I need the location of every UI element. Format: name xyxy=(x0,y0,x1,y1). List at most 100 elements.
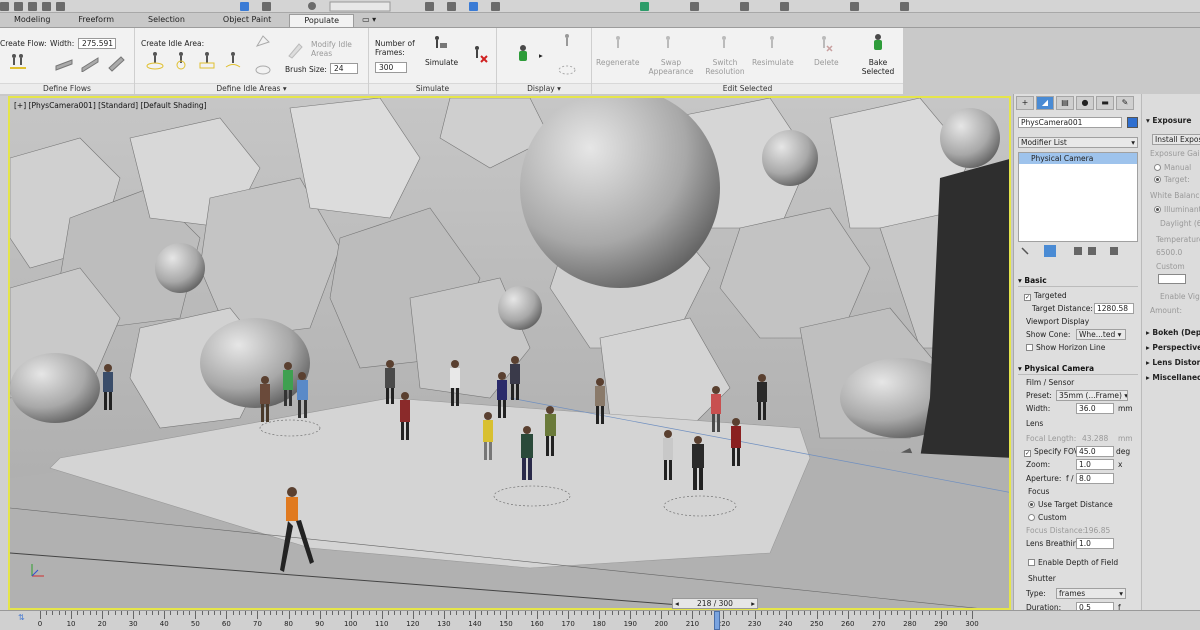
switch-resolution-label[interactable]: Switch Resolution xyxy=(702,58,748,76)
flow-width-field[interactable]: 275.591 xyxy=(78,38,116,49)
timeline-mini-curve-icon[interactable]: ⇅ xyxy=(18,613,25,622)
modifier-list-dropdown[interactable]: Modifier List ▾ xyxy=(1018,137,1138,148)
custom-focus-radio[interactable]: Custom xyxy=(1028,513,1067,522)
sensor-width-field[interactable]: 36.0 xyxy=(1076,403,1114,414)
flow-segment-icon[interactable] xyxy=(54,52,74,72)
toolbar-icon[interactable] xyxy=(42,2,51,11)
targeted-checkbox[interactable]: ✓ Targeted xyxy=(1024,291,1067,301)
swap-appearance-icon[interactable] xyxy=(658,34,678,54)
custom-radio[interactable]: Custom xyxy=(1156,262,1185,271)
lens-breathing-field[interactable]: 1.0 xyxy=(1076,538,1114,549)
fov-field[interactable]: 45.0 xyxy=(1076,446,1114,457)
manual-radio[interactable]: Manual xyxy=(1154,163,1191,172)
enable-vignetting-checkbox[interactable]: Enable Vign xyxy=(1160,292,1200,301)
viewport-label[interactable]: [+] [PhysCamera001] [Standard] [Default … xyxy=(14,101,207,110)
playhead[interactable] xyxy=(714,611,721,630)
schematic-icon[interactable] xyxy=(690,2,699,11)
idle-circle-icon[interactable] xyxy=(171,50,191,70)
brush-size-field[interactable]: 24 xyxy=(330,63,358,74)
toolbar-icon[interactable] xyxy=(0,2,9,11)
angle-snap-icon[interactable] xyxy=(447,2,456,11)
ribbon-options-button[interactable]: ▭ ▾ xyxy=(354,14,384,27)
basic-rollout-header[interactable]: ▾ Basic xyxy=(1018,276,1138,287)
percent-snap-icon[interactable] xyxy=(469,2,478,11)
modify-tab-icon[interactable]: ◢ xyxy=(1036,96,1054,110)
create-flow-icon[interactable] xyxy=(8,52,28,72)
tab-populate[interactable]: Populate xyxy=(289,14,355,27)
perspective-rollout-header[interactable]: ▸ Perspective xyxy=(1146,343,1200,352)
stack-item-physical-camera[interactable]: Physical Camera xyxy=(1019,153,1137,164)
pin-stack-icon[interactable] xyxy=(1021,247,1029,255)
display-tab-icon[interactable]: ▬ xyxy=(1096,96,1114,110)
idle-rectangle-icon[interactable] xyxy=(197,50,217,70)
idle-brush-icon[interactable] xyxy=(253,32,273,52)
idle-erase-icon[interactable] xyxy=(253,58,273,78)
spinner-snap-icon[interactable] xyxy=(491,2,500,11)
show-end-result-icon[interactable] xyxy=(1044,245,1056,257)
delete-icon[interactable] xyxy=(814,34,834,54)
regenerate-label[interactable]: Regenerate xyxy=(596,58,639,67)
display-dropdown-arrow[interactable]: ▸ xyxy=(539,51,543,60)
display-radius-icon[interactable] xyxy=(557,60,577,80)
switch-resolution-icon[interactable] xyxy=(714,34,734,54)
flow-ramp-icon[interactable] xyxy=(80,52,100,72)
next-frame-icon[interactable]: ▸ xyxy=(751,599,757,608)
resimulate-icon[interactable] xyxy=(762,34,782,54)
utilities-tab-icon[interactable]: ✎ xyxy=(1116,96,1134,110)
render-setup-icon[interactable] xyxy=(780,2,789,11)
prev-frame-icon[interactable]: ◂ xyxy=(673,599,679,608)
selection-set-field[interactable] xyxy=(329,1,391,12)
idle-paint-icon[interactable] xyxy=(223,50,243,70)
timeline-track[interactable]: ⇅ 0 10 20 30 40 50 60 70 80 90 100 110 120 130 140 150 1… xyxy=(0,610,1200,630)
select-move-icon[interactable] xyxy=(240,2,249,11)
object-name-field[interactable]: PhysCamera001 xyxy=(1018,117,1122,128)
bokeh-rollout-header[interactable]: ▸ Bokeh (Dept xyxy=(1146,328,1200,337)
show-horizon-checkbox[interactable]: Show Horizon Line xyxy=(1026,343,1105,352)
miscellaneous-rollout-header[interactable]: ▸ Miscellaneou xyxy=(1146,373,1200,382)
render-frame-icon[interactable] xyxy=(850,2,859,11)
aperture-field[interactable]: 8.0 xyxy=(1076,473,1114,484)
toolbar-icon[interactable] xyxy=(56,2,65,11)
display-proxy-icon[interactable] xyxy=(557,32,577,52)
zoom-field[interactable]: 1.0 xyxy=(1076,459,1114,470)
number-of-frames-field[interactable]: 300 xyxy=(375,62,407,73)
rotate-icon[interactable] xyxy=(262,2,271,11)
modify-idle-icon[interactable] xyxy=(285,40,305,60)
render-icon[interactable] xyxy=(900,2,909,11)
create-tab-icon[interactable]: + xyxy=(1016,96,1034,110)
tab-selection[interactable]: Selection xyxy=(128,14,205,27)
install-exposure-button[interactable]: Install Expos xyxy=(1152,134,1200,145)
target-distance-field[interactable]: 1280.58 xyxy=(1094,303,1134,314)
temperature-value[interactable]: 6500.0 xyxy=(1156,248,1182,257)
illuminant-radio[interactable]: Illuminant xyxy=(1154,205,1200,214)
lens-distortion-rollout-header[interactable]: ▸ Lens Distorti xyxy=(1146,358,1200,367)
show-cone-dropdown[interactable]: Whe...ted ▾ xyxy=(1076,329,1126,340)
delete-label[interactable]: Delete xyxy=(814,58,839,67)
resimulate-label[interactable]: Resimulate xyxy=(752,58,794,67)
toolbar-icon[interactable] xyxy=(28,2,37,11)
snap-icon[interactable] xyxy=(425,2,434,11)
time-slider[interactable]: ◂ 218 / 300 ▸ xyxy=(672,598,758,609)
bake-selected-label[interactable]: Bake Selected xyxy=(858,58,898,76)
enable-dof-checkbox[interactable]: Enable Depth of Field xyxy=(1028,558,1118,567)
scale-icon[interactable] xyxy=(308,2,316,10)
use-target-distance-radio[interactable]: Use Target Distance xyxy=(1028,500,1113,509)
tab-freeform[interactable]: Freeform xyxy=(64,14,128,27)
curve-editor-icon[interactable] xyxy=(640,2,649,11)
hierarchy-tab-icon[interactable]: ▤ xyxy=(1056,96,1074,110)
motion-tab-icon[interactable]: ● xyxy=(1076,96,1094,110)
daylight-dropdown[interactable]: Daylight (65 xyxy=(1160,219,1200,228)
tab-modeling[interactable]: Modeling xyxy=(0,14,64,27)
physical-camera-rollout-header[interactable]: ▾ Physical Camera xyxy=(1018,364,1138,375)
regenerate-icon[interactable] xyxy=(608,34,628,54)
delete-simulation-icon[interactable] xyxy=(469,44,489,64)
exposure-header[interactable]: ▾ Exposure xyxy=(1146,116,1191,125)
tab-object-paint[interactable]: Object Paint xyxy=(205,14,289,27)
make-unique-icon[interactable] xyxy=(1074,247,1082,255)
custom-color-swatch[interactable] xyxy=(1158,274,1186,284)
camera-viewport[interactable]: [+] [PhysCamera001] [Standard] [Default … xyxy=(8,96,1011,610)
material-editor-icon[interactable] xyxy=(740,2,749,11)
preset-dropdown[interactable]: 35mm (...Frame) ▾ xyxy=(1056,390,1128,401)
specify-fov-checkbox[interactable]: ✓ Specify FOV: xyxy=(1024,447,1081,457)
object-color-swatch[interactable] xyxy=(1127,117,1138,128)
